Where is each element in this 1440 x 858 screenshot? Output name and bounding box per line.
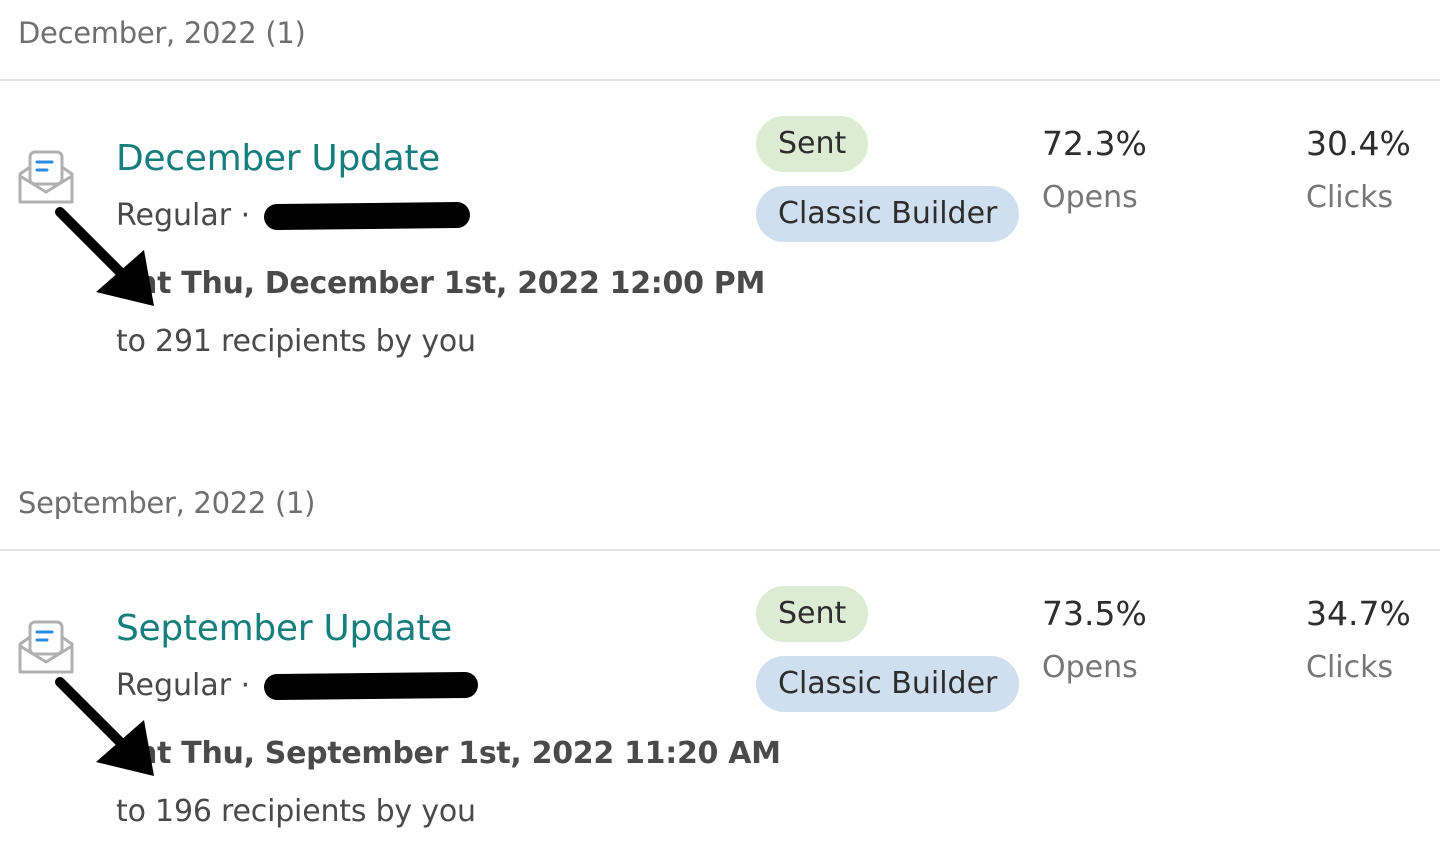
- status-badge: Sent: [756, 586, 869, 642]
- arrow-icon: [55, 677, 154, 776]
- recipients-count: to 291 recipients by you: [116, 324, 476, 359]
- campaign-row: December Update Regular · ent Thu, Decem…: [0, 116, 1440, 388]
- clicks-label: Clicks: [1306, 180, 1394, 215]
- email-open-icon: [18, 620, 74, 674]
- clicks-rate: 30.4%: [1306, 124, 1411, 163]
- redaction-mark: [264, 671, 479, 700]
- email-open-icon: [18, 150, 74, 204]
- opens-label: Opens: [1042, 650, 1138, 685]
- arrow-icon: [55, 207, 154, 306]
- campaign-row: September Update Regular · ent Thu, Sept…: [0, 586, 1440, 858]
- builder-badge: Classic Builder: [756, 186, 1020, 242]
- status-badge: Sent: [756, 116, 869, 172]
- opens-rate: 73.5%: [1042, 594, 1147, 633]
- campaign-title-link[interactable]: December Update: [116, 138, 440, 179]
- opens-rate: 72.3%: [1042, 124, 1147, 163]
- divider: [0, 549, 1440, 551]
- campaign-type: Regular ·: [116, 668, 479, 703]
- sent-date: ent Thu, September 1st, 2022 11:20 AM: [116, 736, 781, 771]
- redaction-mark: [264, 201, 471, 230]
- month-group-header: December, 2022 (1): [18, 16, 306, 50]
- divider: [0, 79, 1440, 81]
- month-group-header: September, 2022 (1): [18, 486, 316, 520]
- builder-badge: Classic Builder: [756, 656, 1020, 712]
- recipients-count: to 196 recipients by you: [116, 794, 476, 829]
- sent-date: ent Thu, December 1st, 2022 12:00 PM: [116, 266, 766, 301]
- campaign-title-link[interactable]: September Update: [116, 608, 452, 649]
- opens-label: Opens: [1042, 180, 1138, 215]
- clicks-rate: 34.7%: [1306, 594, 1411, 633]
- clicks-label: Clicks: [1306, 650, 1394, 685]
